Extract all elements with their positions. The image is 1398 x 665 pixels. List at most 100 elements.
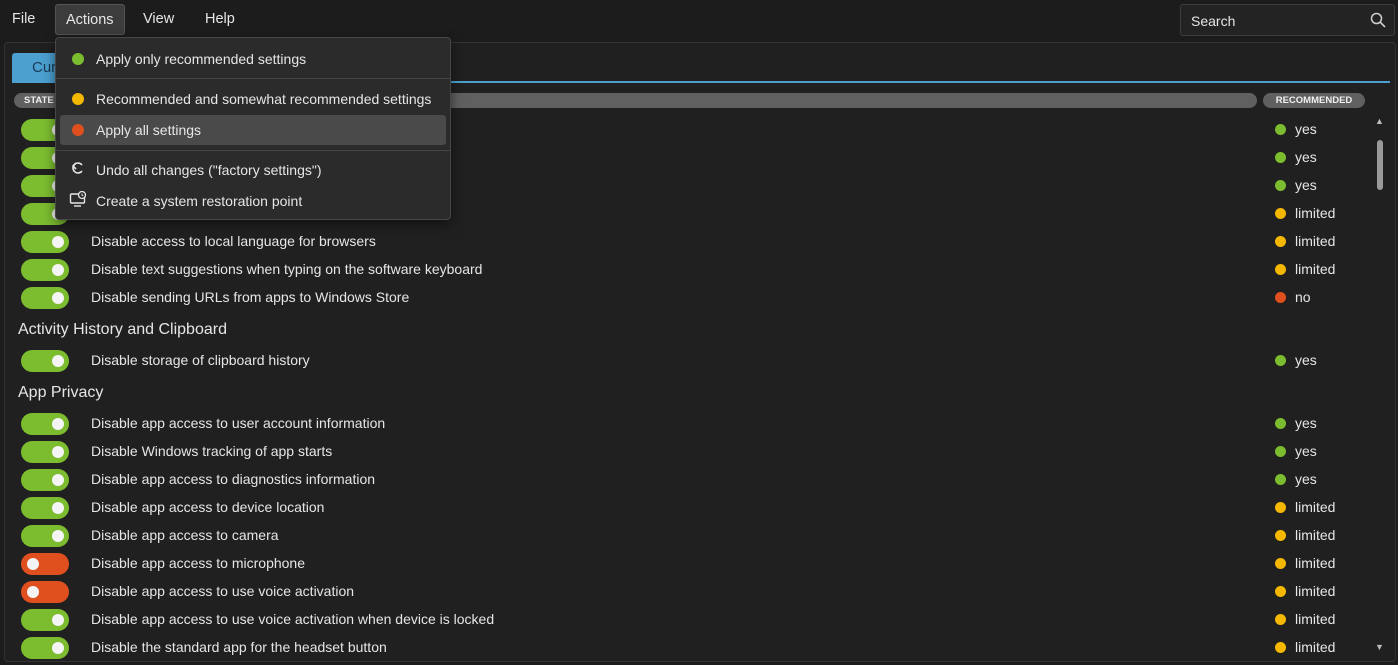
toggle-knob [52, 530, 64, 542]
yellow-dot-icon [1275, 642, 1286, 653]
setting-row: Disable app access to user account infor… [18, 410, 1368, 438]
recommendation: no [1275, 289, 1311, 305]
red-dot-icon [1275, 292, 1286, 303]
recommendation-text: limited [1295, 205, 1336, 221]
menu-undo-all[interactable]: Undo all changes ("factory settings") [60, 155, 446, 185]
recommendation-text: limited [1295, 261, 1336, 277]
menu-item-label: Undo all changes ("factory settings") [96, 162, 322, 178]
scroll-down-icon[interactable]: ▼ [1375, 642, 1384, 652]
setting-label: Disable storage of clipboard history [91, 352, 310, 368]
recommendation: yes [1275, 121, 1317, 137]
green-dot-icon [1275, 418, 1286, 429]
restore-point-icon [69, 191, 87, 207]
recommendation-text: yes [1295, 443, 1317, 459]
setting-toggle[interactable] [21, 469, 69, 491]
toggle-knob [52, 264, 64, 276]
setting-label: Disable app access to camera [91, 527, 279, 543]
recommendation: limited [1275, 205, 1335, 221]
green-dot-icon [1275, 474, 1286, 485]
setting-toggle[interactable] [21, 553, 69, 575]
recommendation-text: yes [1295, 177, 1317, 193]
recommendation: limited [1275, 611, 1335, 627]
setting-label: Disable app access to use voice activati… [91, 611, 495, 627]
setting-toggle[interactable] [21, 287, 69, 309]
setting-toggle[interactable] [21, 231, 69, 253]
recommendation-text: yes [1295, 121, 1317, 137]
green-dot-icon [1275, 124, 1286, 135]
setting-row: Disable app access to diagnostics inform… [18, 466, 1368, 494]
menu-apply-all[interactable]: Apply all settings [60, 115, 446, 145]
setting-label: Disable text suggestions when typing on … [91, 261, 483, 277]
recommendation: yes [1275, 415, 1317, 431]
setting-toggle[interactable] [21, 637, 69, 659]
recommendation-text: limited [1295, 639, 1336, 655]
vertical-scrollbar[interactable]: ▲ ▼ [1373, 112, 1387, 657]
menu-view[interactable]: View [133, 4, 184, 35]
menu-divider [56, 150, 450, 151]
yellow-dot-icon [1275, 530, 1286, 541]
setting-row: Disable access to local language for bro… [18, 228, 1368, 256]
toggle-knob [52, 642, 64, 654]
menu-create-restore-point[interactable]: Create a system restoration point [60, 186, 446, 216]
setting-toggle[interactable] [21, 413, 69, 435]
recommendation-text: limited [1295, 611, 1336, 627]
recommendation: limited [1275, 639, 1335, 655]
setting-row: Disable the standard app for the headset… [18, 634, 1368, 662]
yellow-dot-icon [72, 93, 84, 105]
menu-help[interactable]: Help [195, 4, 245, 35]
recommendation: yes [1275, 177, 1317, 193]
setting-toggle[interactable] [21, 259, 69, 281]
setting-toggle[interactable] [21, 525, 69, 547]
recommendation-text: limited [1295, 527, 1336, 543]
search-box[interactable]: Search [1180, 4, 1395, 36]
recommendation: limited [1275, 499, 1335, 515]
toggle-knob [52, 502, 64, 514]
recommendation-text: limited [1295, 583, 1336, 599]
setting-label: Disable Windows tracking of app starts [91, 443, 333, 459]
green-dot-icon [1275, 446, 1286, 457]
setting-toggle[interactable] [21, 441, 69, 463]
setting-toggle[interactable] [21, 581, 69, 603]
setting-label: Disable the standard app for the headset… [91, 639, 387, 655]
toggle-knob [27, 558, 39, 570]
setting-label: Disable app access to use voice activati… [91, 583, 355, 599]
setting-toggle[interactable] [21, 497, 69, 519]
recommendation: limited [1275, 583, 1335, 599]
recommendation: limited [1275, 527, 1335, 543]
setting-label: Disable app access to user account infor… [91, 415, 386, 431]
setting-toggle[interactable] [21, 350, 69, 372]
menu-actions[interactable]: Actions [55, 4, 125, 35]
toggle-knob [52, 418, 64, 430]
column-header-recommended[interactable]: RECOMMENDED [1263, 93, 1365, 108]
recommendation: limited [1275, 555, 1335, 571]
section-title: App Privacy [18, 384, 104, 401]
recommendation-text: yes [1295, 415, 1317, 431]
recommendation-text: yes [1295, 471, 1317, 487]
yellow-dot-icon [1275, 236, 1286, 247]
toggle-knob [27, 586, 39, 598]
menu-apply-recommended[interactable]: Apply only recommended settings [60, 44, 446, 74]
setting-row: Disable app access to camera limited [18, 522, 1368, 550]
setting-label: Disable app access to device location [91, 499, 325, 515]
scroll-thumb[interactable] [1377, 140, 1383, 190]
menu-file[interactable]: File [2, 4, 45, 35]
setting-row: Disable app access to device location lim… [18, 494, 1368, 522]
setting-toggle[interactable] [21, 609, 69, 631]
scroll-up-icon[interactable]: ▲ [1375, 116, 1384, 126]
section-title: Activity History and Clipboard [18, 321, 227, 338]
menu-apply-somewhat-recommended[interactable]: Recommended and somewhat recommended set… [60, 84, 446, 114]
yellow-dot-icon [1275, 614, 1286, 625]
menu-item-label: Apply all settings [96, 122, 202, 138]
recommendation: yes [1275, 471, 1317, 487]
setting-row: Disable Windows tracking of app starts ye… [18, 438, 1368, 466]
actions-dropdown: Apply only recommended settings Recommen… [55, 37, 451, 220]
search-placeholder: Search [1191, 13, 1236, 29]
recommendation-text: limited [1295, 499, 1336, 515]
setting-label: Disable access to local language for bro… [91, 233, 376, 249]
recommendation-text: limited [1295, 233, 1336, 249]
menu-bar: File Actions View Help Search [0, 0, 1398, 41]
setting-row: Disable app access to microphone limited [18, 550, 1368, 578]
toggle-knob [52, 292, 64, 304]
search-icon[interactable] [1370, 12, 1386, 28]
menu-item-label: Apply only recommended settings [96, 51, 307, 67]
